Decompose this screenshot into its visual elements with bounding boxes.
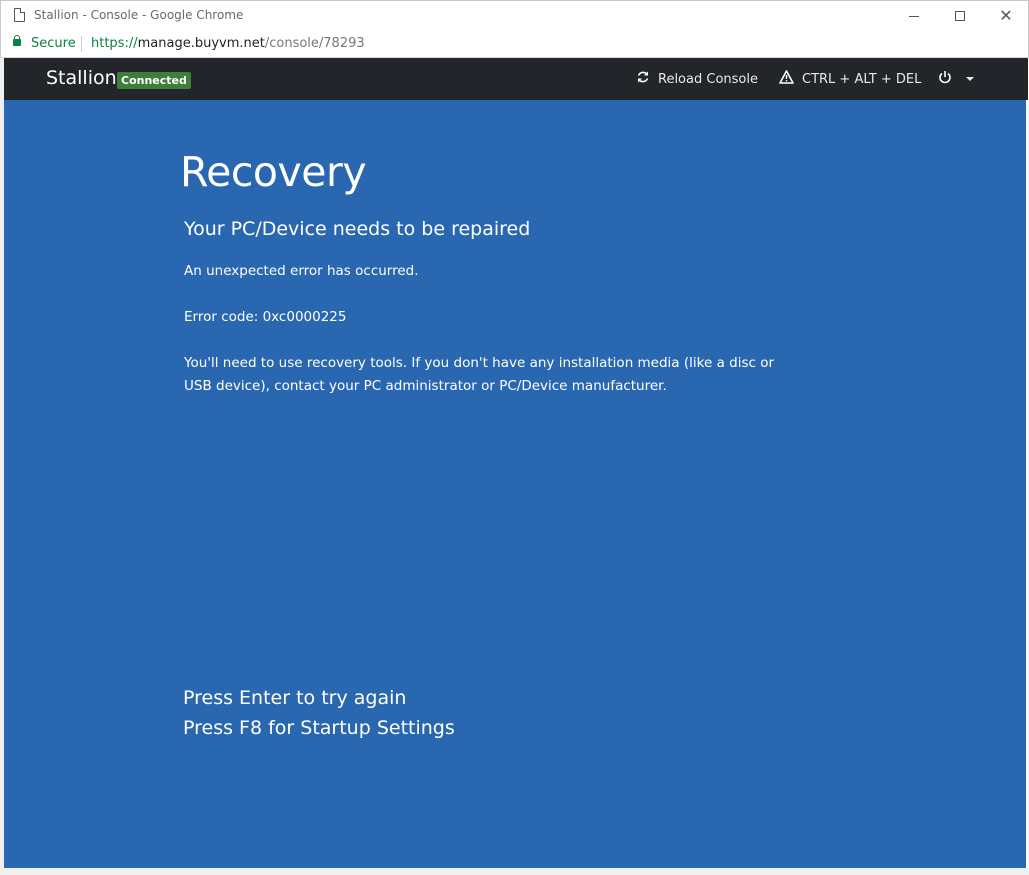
caret-down-icon — [966, 77, 974, 81]
minimize-icon — [909, 15, 919, 17]
minimize-button[interactable] — [891, 1, 937, 31]
ctrl-alt-del-label: CTRL + ALT + DEL — [802, 71, 922, 87]
page-icon — [14, 8, 25, 22]
window-bottom-border — [0, 868, 1029, 875]
close-button[interactable]: ✕ — [983, 1, 1029, 31]
console-screen[interactable]: Recovery Your PC/Device needs to be repa… — [4, 100, 1026, 868]
close-icon: ✕ — [999, 6, 1013, 25]
url-scheme: https:// — [91, 36, 138, 51]
recovery-instructions: You'll need to use recovery tools. If yo… — [184, 355, 775, 394]
enter-key-hint: Press Enter to try again — [183, 687, 407, 709]
recovery-title: Recovery — [180, 148, 367, 196]
error-message: An unexpected error has occurred. — [184, 263, 419, 279]
power-menu-button[interactable] — [938, 69, 974, 89]
url-host: manage.buyvm.net — [137, 36, 265, 51]
maximize-button[interactable] — [937, 1, 983, 31]
browser-titlebar: Stallion - Console - Google Chrome ✕ — [0, 0, 1029, 30]
maximize-icon — [955, 11, 965, 21]
warning-icon — [779, 70, 794, 88]
reload-icon — [636, 70, 650, 88]
url-path: /console/78293 — [264, 36, 365, 51]
console-navbar: Stallion Connected Reload Console CTRL +… — [4, 58, 1028, 100]
address-separator — [81, 36, 82, 52]
brand-name[interactable]: Stallion — [46, 67, 117, 89]
recovery-subtitle: Your PC/Device needs to be repaired — [184, 218, 531, 240]
f8-key-hint: Press F8 for Startup Settings — [183, 717, 455, 739]
reload-console-button[interactable]: Reload Console — [636, 69, 758, 89]
secure-label[interactable]: Secure — [31, 36, 76, 51]
address-bar[interactable]: Secure https://manage.buyvm.net/console/… — [0, 30, 1029, 58]
status-badge: Connected — [117, 72, 191, 89]
lock-icon — [13, 35, 21, 46]
power-icon — [938, 70, 952, 88]
url-field[interactable]: https://manage.buyvm.net/console/78293 — [91, 36, 365, 51]
window-title: Stallion - Console - Google Chrome — [34, 8, 244, 22]
ctrl-alt-del-button[interactable]: CTRL + ALT + DEL — [779, 69, 921, 89]
reload-console-label: Reload Console — [658, 71, 758, 87]
error-code: Error code: 0xc0000225 — [184, 309, 347, 325]
